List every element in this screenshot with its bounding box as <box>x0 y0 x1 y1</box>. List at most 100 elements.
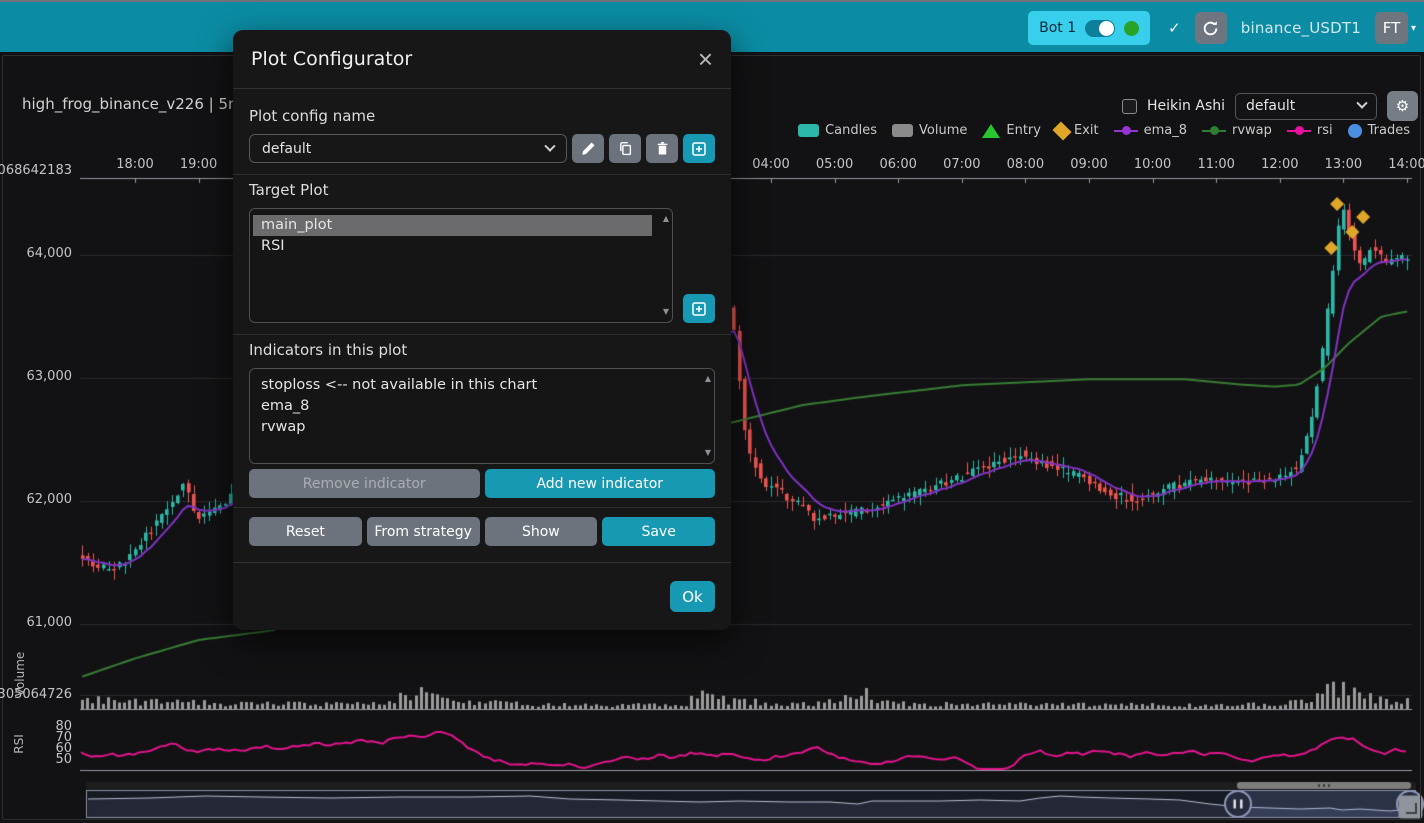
legend-item-ema_8[interactable]: ema_8 <box>1114 123 1187 138</box>
add-target-plot-button[interactable] <box>683 294 715 323</box>
indicator-item-ema-8[interactable]: ema_8 <box>253 396 694 417</box>
x-axis-label: 14:00 <box>1383 157 1424 172</box>
x-axis-label: 06:00 <box>874 157 922 172</box>
save-button[interactable]: Save <box>602 517 715 546</box>
plus-square-icon <box>691 141 707 157</box>
candles-swatch-icon <box>798 124 819 137</box>
x-axis-label: 19:00 <box>175 157 223 172</box>
legend-item-label: rvwap <box>1232 123 1272 138</box>
heikin-ashi-checkbox[interactable] <box>1122 99 1137 114</box>
chart-legend: Candles Volume Entry Exit ema_8 rvwap rsi Trade… <box>798 123 1410 138</box>
legend-item-entry[interactable]: Entry <box>982 123 1041 138</box>
plot-configurator-gear-button[interactable]: ⚙ <box>1387 91 1418 121</box>
indicator-item-stoploss[interactable]: stoploss <-- not available in this chart <box>253 375 694 396</box>
y-axis-label: 64,000 <box>27 246 73 261</box>
scroll-down-icon[interactable]: ▼ <box>663 307 669 317</box>
plot-config-name-value: default <box>262 141 311 157</box>
volume-axis-value: 305064726 <box>0 687 72 702</box>
rsi-linedot-icon <box>1287 126 1311 135</box>
exit-diamond-icon <box>1052 121 1071 140</box>
scroll-down-icon[interactable]: ▼ <box>705 448 711 458</box>
duplicate-config-button[interactable] <box>609 134 641 163</box>
indicator-list: stoploss <-- not available in this chart… <box>249 368 715 464</box>
target-plot-list: main_plot RSI ▲ ▼ <box>249 208 673 323</box>
app-root: Bot 1 ✓ binance_USDT1 FT ▾ high_frog_bin… <box>0 0 1424 823</box>
legend-item-candles[interactable]: Candles <box>798 123 877 138</box>
plot-configurator-modal: Plot Configurator × Plot config name def… <box>233 30 731 630</box>
close-icon[interactable]: × <box>698 46 713 72</box>
legend-item-rsi[interactable]: rsi <box>1287 123 1333 138</box>
rvwap-linedot-icon <box>1202 126 1226 135</box>
legend-item-exit[interactable]: Exit <box>1056 123 1099 138</box>
volume-swatch-icon <box>892 124 913 137</box>
legend-item-label: Exit <box>1074 123 1099 138</box>
x-axis-label: 07:00 <box>938 157 986 172</box>
legend-item-rvwap[interactable]: rvwap <box>1202 123 1272 138</box>
legend-item-label: Entry <box>1006 123 1041 138</box>
show-button[interactable]: Show <box>485 517 598 546</box>
chart-title: high_frog_binance_v226 | 5m <box>22 95 243 113</box>
y-axis-label: 61,000 <box>27 615 73 630</box>
rename-config-button[interactable] <box>572 134 604 163</box>
trash-icon <box>655 141 670 156</box>
reset-button[interactable]: Reset <box>249 517 362 546</box>
legend-item-label: Candles <box>825 123 877 138</box>
plot-config-select[interactable]: default <box>1235 93 1377 120</box>
refresh-icon <box>1202 20 1219 37</box>
y-axis-label: 62,000 <box>27 492 73 507</box>
x-axis-label: 18:00 <box>111 157 159 172</box>
x-axis-label: 05:00 <box>811 157 859 172</box>
scroll-up-icon[interactable]: ▲ <box>663 214 669 224</box>
pencil-icon <box>581 141 596 156</box>
x-axis-label: 10:00 <box>1129 157 1177 172</box>
rsi-pane-label: RSI <box>12 730 26 758</box>
chevron-down-icon <box>544 140 555 151</box>
caret-down-icon[interactable]: ▾ <box>1411 23 1416 34</box>
x-axis-label: 12:00 <box>1256 157 1304 172</box>
add-config-button[interactable] <box>683 134 715 163</box>
delete-config-button[interactable] <box>646 134 678 163</box>
ft-menu-button[interactable]: FT <box>1375 12 1408 44</box>
volume-pane-label: Volume <box>13 648 27 700</box>
x-axis-label: 04:00 <box>747 157 795 172</box>
x-axis-label: 11:00 <box>1192 157 1240 172</box>
legend-item-label: rsi <box>1317 123 1333 138</box>
bot-selector[interactable]: Bot 1 <box>1028 11 1150 45</box>
modal-title: Plot Configurator <box>251 48 412 70</box>
legend-item-volume[interactable]: Volume <box>892 123 967 138</box>
legend-item-label: Trades <box>1368 123 1410 138</box>
from-strategy-button[interactable]: From strategy <box>367 517 480 546</box>
ema_8-linedot-icon <box>1114 126 1138 135</box>
entry-triangle-icon <box>982 124 1000 138</box>
rsi-axis-label: 50 <box>55 752 72 767</box>
x-axis-label: 09:00 <box>1065 157 1113 172</box>
legend-item-label: ema_8 <box>1144 123 1187 138</box>
x-axis-label: 13:00 <box>1319 157 1367 172</box>
heikin-ashi-label: Heikin Ashi <box>1147 98 1225 114</box>
target-plot-item-rsi[interactable]: RSI <box>253 236 652 257</box>
indicators-in-plot-label: Indicators in this plot <box>249 341 715 359</box>
y-axis-overflow-label: 068642183 <box>0 163 72 178</box>
bot-toggle[interactable] <box>1085 20 1115 37</box>
refresh-button[interactable] <box>1195 12 1227 44</box>
legend-item-trades[interactable]: Trades <box>1348 123 1410 138</box>
legend-item-label: Volume <box>919 123 967 138</box>
add-new-indicator-button[interactable]: Add new indicator <box>485 469 716 498</box>
x-axis-label: 08:00 <box>1001 157 1049 172</box>
remove-indicator-button[interactable]: Remove indicator <box>249 469 480 498</box>
pair-label: binance_USDT1 <box>1241 19 1361 37</box>
y-axis-label: 63,000 <box>27 369 73 384</box>
plot-config-select-value: default <box>1246 98 1295 114</box>
plot-config-name-label: Plot config name <box>249 107 715 125</box>
check-icon: ✓ <box>1168 19 1181 37</box>
trades-circle-icon <box>1348 124 1362 138</box>
plot-config-name-select[interactable]: default <box>249 134 567 163</box>
bot-online-dot-icon <box>1124 21 1139 36</box>
chevron-down-icon <box>1356 98 1367 109</box>
target-plot-label: Target Plot <box>249 181 715 199</box>
target-plot-item-main-plot[interactable]: main_plot <box>253 215 652 236</box>
scroll-up-icon[interactable]: ▲ <box>705 374 711 384</box>
ok-button[interactable]: Ok <box>670 581 715 612</box>
indicator-item-rvwap[interactable]: rvwap <box>253 417 694 438</box>
bot-name-label: Bot 1 <box>1039 20 1076 36</box>
